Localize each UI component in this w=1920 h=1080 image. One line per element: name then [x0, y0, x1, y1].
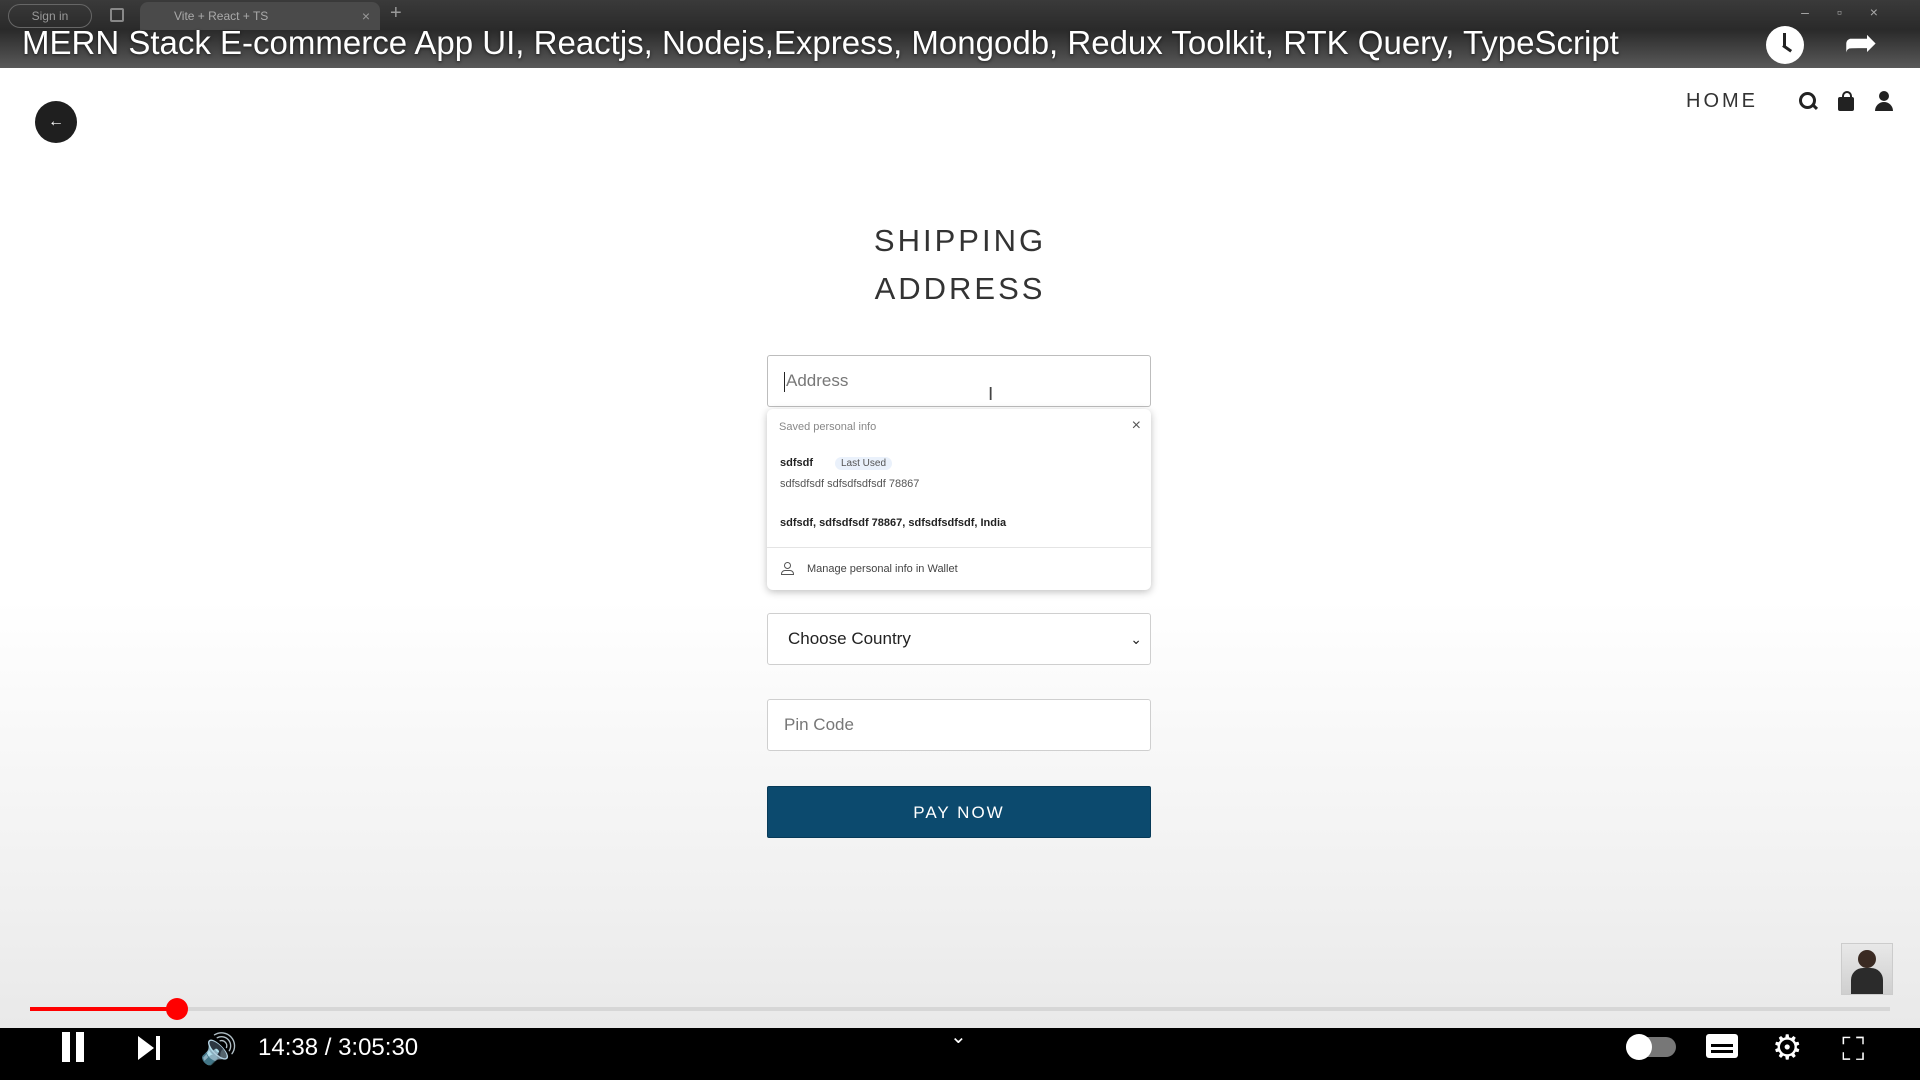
new-tab-button[interactable]: + — [390, 2, 402, 25]
pause-icon[interactable] — [60, 1032, 86, 1062]
video-title[interactable]: MERN Stack E-commerce App UI, Reactjs, N… — [22, 24, 1619, 62]
top-nav: HOME — [1686, 86, 1894, 116]
search-icon[interactable] — [1798, 91, 1818, 111]
country-select-value: Choose Country — [788, 629, 911, 648]
chevron-down-icon: ⌄ — [1130, 631, 1142, 647]
back-button[interactable]: ← — [35, 101, 77, 143]
video-progress-bar[interactable] — [30, 998, 1890, 1020]
autofill-popup: Saved personal info × sdfsdf Last Used s… — [767, 409, 1151, 590]
page-title: SHIPPING ADDRESS — [760, 217, 1160, 313]
nav-home-link[interactable]: HOME — [1686, 90, 1758, 113]
window-controls[interactable]: –▫× — [1801, 4, 1906, 20]
autofill-entry-name: sdfsdf — [780, 457, 813, 469]
text-caret — [784, 371, 785, 392]
autofill-entry-detail: sdfsdfsdf sdfsdfsdfsdf 78867 — [780, 478, 920, 490]
exit-fullscreen-icon[interactable]: ⛶ — [1842, 1030, 1864, 1069]
manage-wallet-link[interactable]: Manage personal info in Wallet — [807, 563, 958, 575]
wallet-person-icon — [781, 562, 795, 576]
chevron-down-icon[interactable]: ⌄ — [950, 1024, 967, 1048]
tab-actions-icon[interactable] — [110, 8, 124, 22]
subtitles-icon[interactable] — [1706, 1034, 1738, 1058]
divider — [767, 547, 1151, 548]
video-top-actions: ➦ — [1756, 21, 1906, 66]
next-icon[interactable] — [138, 1036, 162, 1060]
close-icon[interactable]: × — [1132, 417, 1141, 435]
progress-played — [30, 1007, 177, 1011]
browser-tab-title: Vite + React + TS — [174, 9, 269, 23]
scrubber-handle[interactable] — [165, 998, 188, 1020]
country-select[interactable]: Choose Country ⌄ — [767, 613, 1151, 665]
autofill-header: Saved personal info — [779, 421, 877, 433]
autoplay-toggle[interactable] — [1626, 1034, 1676, 1060]
user-icon[interactable] — [1874, 91, 1894, 111]
page-title-line1: SHIPPING — [873, 222, 1047, 258]
share-icon[interactable]: ➦ — [1844, 20, 1878, 66]
volume-icon[interactable]: 🔊 — [200, 1032, 237, 1067]
address-input[interactable]: Address I — [767, 355, 1151, 407]
cart-bag-icon[interactable] — [1836, 91, 1856, 111]
player-controls: 🔊 14:38 / 3:05:30 ⌄ ⚙ ⛶ — [0, 1024, 1920, 1080]
time-display: 14:38 / 3:05:30 — [258, 1034, 419, 1061]
pin-code-input[interactable]: Pin Code — [767, 699, 1151, 751]
watch-later-icon[interactable] — [1766, 26, 1804, 64]
autofill-entry-full-address[interactable]: sdfsdf, sdfsdfsdf 78867, sdfsdfsdfsdf, I… — [780, 517, 1006, 529]
page-title-line2: ADDRESS — [874, 270, 1046, 306]
pay-now-button[interactable]: PAY NOW — [767, 786, 1151, 838]
address-placeholder: Address — [786, 371, 849, 390]
presenter-thumbnail — [1841, 943, 1893, 995]
last-used-badge: Last Used — [835, 457, 893, 470]
settings-icon[interactable]: ⚙ — [1772, 1028, 1802, 1068]
pin-code-placeholder: Pin Code — [784, 715, 854, 734]
